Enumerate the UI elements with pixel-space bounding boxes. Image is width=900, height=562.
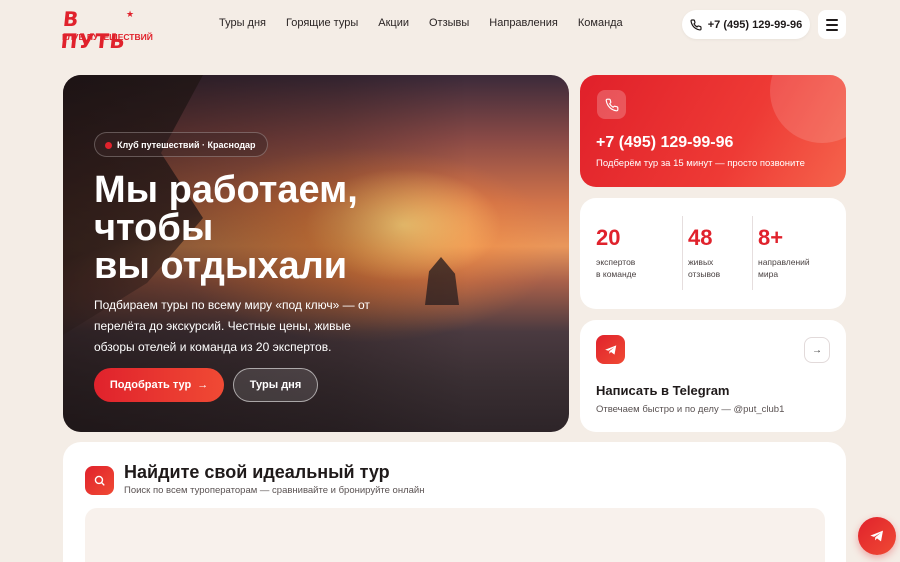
telegram-card-title: Написать в Telegram [596, 383, 730, 398]
telegram-icon [596, 335, 625, 364]
arrow-right-icon: → [197, 379, 209, 391]
arrow-right-icon[interactable]: → [804, 337, 830, 363]
stat-label: живых отзывов [688, 257, 721, 279]
call-card-phone: +7 (495) 129-99-96 [596, 134, 734, 151]
stat-label: экспертов в команде [596, 257, 637, 279]
stat-value: 8+ [758, 225, 784, 250]
pick-tour-button[interactable]: Подобрать тур → [94, 368, 224, 402]
pin-icon [105, 142, 112, 149]
nav-item-tours-of-day[interactable]: Туры дня [219, 17, 266, 29]
search-widget[interactable] [85, 508, 825, 562]
hero-title-line: Мы работаем, [94, 169, 358, 211]
hero-banner: Клуб путешествий · Краснодар Мы работаем… [63, 75, 569, 432]
divider [752, 216, 753, 290]
location-badge-label: Клуб путешествий · Краснодар [117, 139, 256, 150]
telegram-card[interactable]: → Написать в Telegram Отвечаем быстро и … [580, 320, 846, 432]
nav-item-destinations[interactable]: Направления [489, 17, 558, 29]
telegram-fab-button[interactable] [858, 517, 896, 555]
stat-experts: 20 экспертов в команде [596, 226, 636, 280]
logo-subtitle: КЛУБ ПУТЕШЕСТВИЙ [62, 32, 153, 42]
header-phone-number: +7 (495) 129-99-96 [707, 18, 803, 31]
logo[interactable]: В ПУТЬ ★ КЛУБ ПУТЕШЕСТВИЙ [60, 7, 153, 53]
call-card-subtitle: Подберём тур за 15 минут — просто позвон… [596, 158, 805, 169]
divider [682, 216, 683, 290]
site-header: В ПУТЬ ★ КЛУБ ПУТЕШЕСТВИЙ Туры дня Горящ… [0, 0, 900, 53]
location-badge: Клуб путешествий · Краснодар [94, 132, 268, 157]
nav-item-hot-tours[interactable]: Горящие туры [286, 17, 358, 29]
search-section-title: Найдите свой идеальный тур [124, 462, 390, 482]
nav-item-promotions[interactable]: Акции [378, 17, 409, 29]
pick-tour-button-label: Подобрать тур [109, 379, 192, 391]
search-section-subtitle: Поиск по всем туроператорам — сравнивайт… [124, 485, 425, 496]
nav-item-team[interactable]: Команда [578, 17, 623, 29]
stats-card: 20 экспертов в команде 48 живых отзывов … [580, 198, 846, 309]
call-card[interactable]: +7 (495) 129-99-96 Подберём тур за 15 ми… [580, 75, 846, 187]
hero-title: Мы работаем, чтобы вы отдыхали [94, 171, 394, 285]
stat-reviews: 48 живых отзывов [688, 226, 720, 280]
stat-destinations: 8+ направлений мира [758, 226, 810, 280]
hero-description: Подбираем туры по всему миру «под ключ» … [94, 298, 370, 354]
nav-item-reviews[interactable]: Отзывы [429, 17, 469, 29]
stat-value: 48 [688, 225, 713, 250]
phone-icon [597, 90, 626, 119]
tour-search-section: Найдите свой идеальный тур Поиск по всем… [63, 442, 846, 562]
search-icon [85, 466, 114, 495]
header-phone-button[interactable]: +7 (495) 129-99-96 [682, 10, 810, 39]
telegram-card-subtitle: Отвечаем быстро и по делу — @put_club1 [596, 404, 785, 415]
stat-value: 20 [596, 225, 621, 250]
telegram-icon [870, 530, 883, 542]
hero-title-line: чтобы [94, 207, 214, 249]
star-icon: ★ [126, 9, 135, 19]
phone-icon [690, 18, 702, 31]
hamburger-icon [826, 18, 838, 21]
tours-of-day-button[interactable]: Туры дня [233, 368, 318, 402]
hero-title-line: вы отдыхали [94, 245, 348, 287]
stat-label: направлений мира [758, 257, 810, 279]
menu-button[interactable] [818, 10, 846, 39]
main-nav: Туры дня Горящие туры Акции Отзывы Напра… [219, 17, 623, 29]
tours-of-day-button-label: Туры дня [249, 379, 302, 391]
